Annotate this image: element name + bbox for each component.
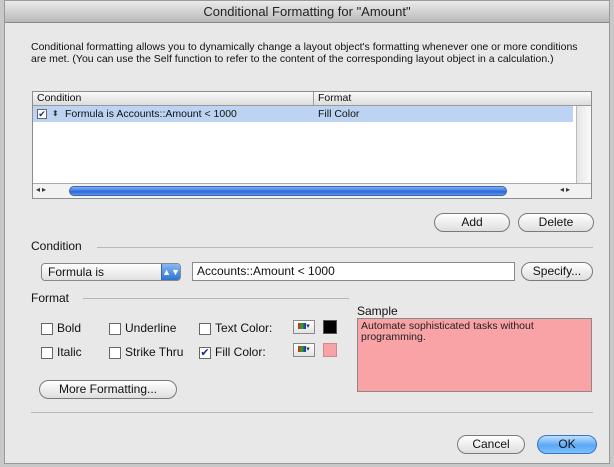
- color-palette-icon: [298, 323, 307, 330]
- horizontal-scroll-thumb[interactable]: [69, 186, 507, 196]
- underline-label: Underline: [125, 321, 177, 335]
- fill-color-checkbox[interactable]: ✔: [199, 346, 211, 359]
- text-color-picker[interactable]: ▾: [293, 320, 315, 334]
- row-format: Fill Color: [318, 108, 360, 120]
- text-color-swatch: [323, 320, 337, 334]
- fill-color-label: Fill Color:: [215, 345, 266, 359]
- scroll-arrows-left-icon[interactable]: ◂▸: [36, 185, 48, 194]
- condition-formula-input[interactable]: Accounts::Amount < 1000: [192, 262, 515, 281]
- window-title: Conditional Formatting for "Amount": [5, 1, 609, 23]
- condition-divider: [97, 247, 593, 248]
- fill-color-swatch: [323, 343, 337, 357]
- add-button[interactable]: Add: [434, 213, 510, 232]
- fill-color-picker[interactable]: ▾: [293, 343, 315, 357]
- table-row[interactable]: ✔ ⬍ Formula is Accounts::Amount < 1000 F…: [33, 106, 573, 122]
- condition-type-value: Formula is: [48, 265, 105, 279]
- fill-color-option[interactable]: ✔ Fill Color:: [199, 345, 266, 359]
- strike-thru-checkbox[interactable]: [109, 346, 121, 359]
- text-color-label: Text Color:: [215, 321, 273, 335]
- description-text: Conditional formatting allows you to dyn…: [31, 41, 578, 65]
- text-color-checkbox[interactable]: [199, 322, 211, 335]
- row-enabled-checkbox[interactable]: ✔: [37, 109, 47, 119]
- format-section-label: Format: [31, 291, 70, 305]
- table-header: Condition Format: [33, 92, 591, 106]
- italic-option[interactable]: Italic: [41, 345, 82, 359]
- reorder-handle-icon[interactable]: ⬍: [52, 106, 59, 122]
- column-divider: [313, 92, 314, 105]
- select-arrows-icon: ▲▼: [161, 264, 180, 280]
- horizontal-scrollbar[interactable]: ◂▸ ◂▸: [33, 183, 591, 198]
- condition-type-select[interactable]: Formula is ▲▼: [41, 263, 181, 281]
- format-divider: [83, 298, 349, 299]
- sample-label: Sample: [357, 304, 398, 318]
- underline-option[interactable]: Underline: [109, 321, 176, 335]
- delete-button[interactable]: Delete: [518, 213, 594, 232]
- sample-preview: Automate sophisticated tasks without pro…: [357, 318, 592, 392]
- column-header-format[interactable]: Format: [318, 92, 351, 105]
- strike-thru-label: Strike Thru: [125, 345, 184, 359]
- condition-section-label: Condition: [31, 239, 82, 253]
- conditions-table[interactable]: Condition Format ✔ ⬍ Formula is Accounts…: [32, 91, 592, 199]
- italic-checkbox[interactable]: [41, 346, 53, 359]
- underline-checkbox[interactable]: [109, 322, 121, 335]
- bold-checkbox[interactable]: [41, 322, 53, 335]
- ok-button[interactable]: OK: [537, 435, 597, 454]
- italic-label: Italic: [57, 345, 82, 359]
- color-palette-icon: [298, 346, 307, 353]
- cancel-button[interactable]: Cancel: [457, 435, 525, 454]
- column-header-condition[interactable]: Condition: [37, 92, 81, 105]
- scroll-arrows-right-icon[interactable]: ◂▸: [560, 185, 572, 194]
- strike-thru-option[interactable]: Strike Thru: [109, 345, 183, 359]
- text-color-option[interactable]: Text Color:: [199, 321, 272, 335]
- bold-label: Bold: [57, 321, 82, 335]
- row-condition: Formula is Accounts::Amount < 1000: [65, 108, 237, 120]
- dialog-window: Conditional Formatting for "Amount" Cond…: [4, 0, 610, 464]
- bottom-divider: [31, 412, 593, 413]
- bold-option[interactable]: Bold: [41, 321, 81, 335]
- specify-button[interactable]: Specify...: [521, 262, 593, 281]
- more-formatting-button[interactable]: More Formatting...: [39, 380, 177, 399]
